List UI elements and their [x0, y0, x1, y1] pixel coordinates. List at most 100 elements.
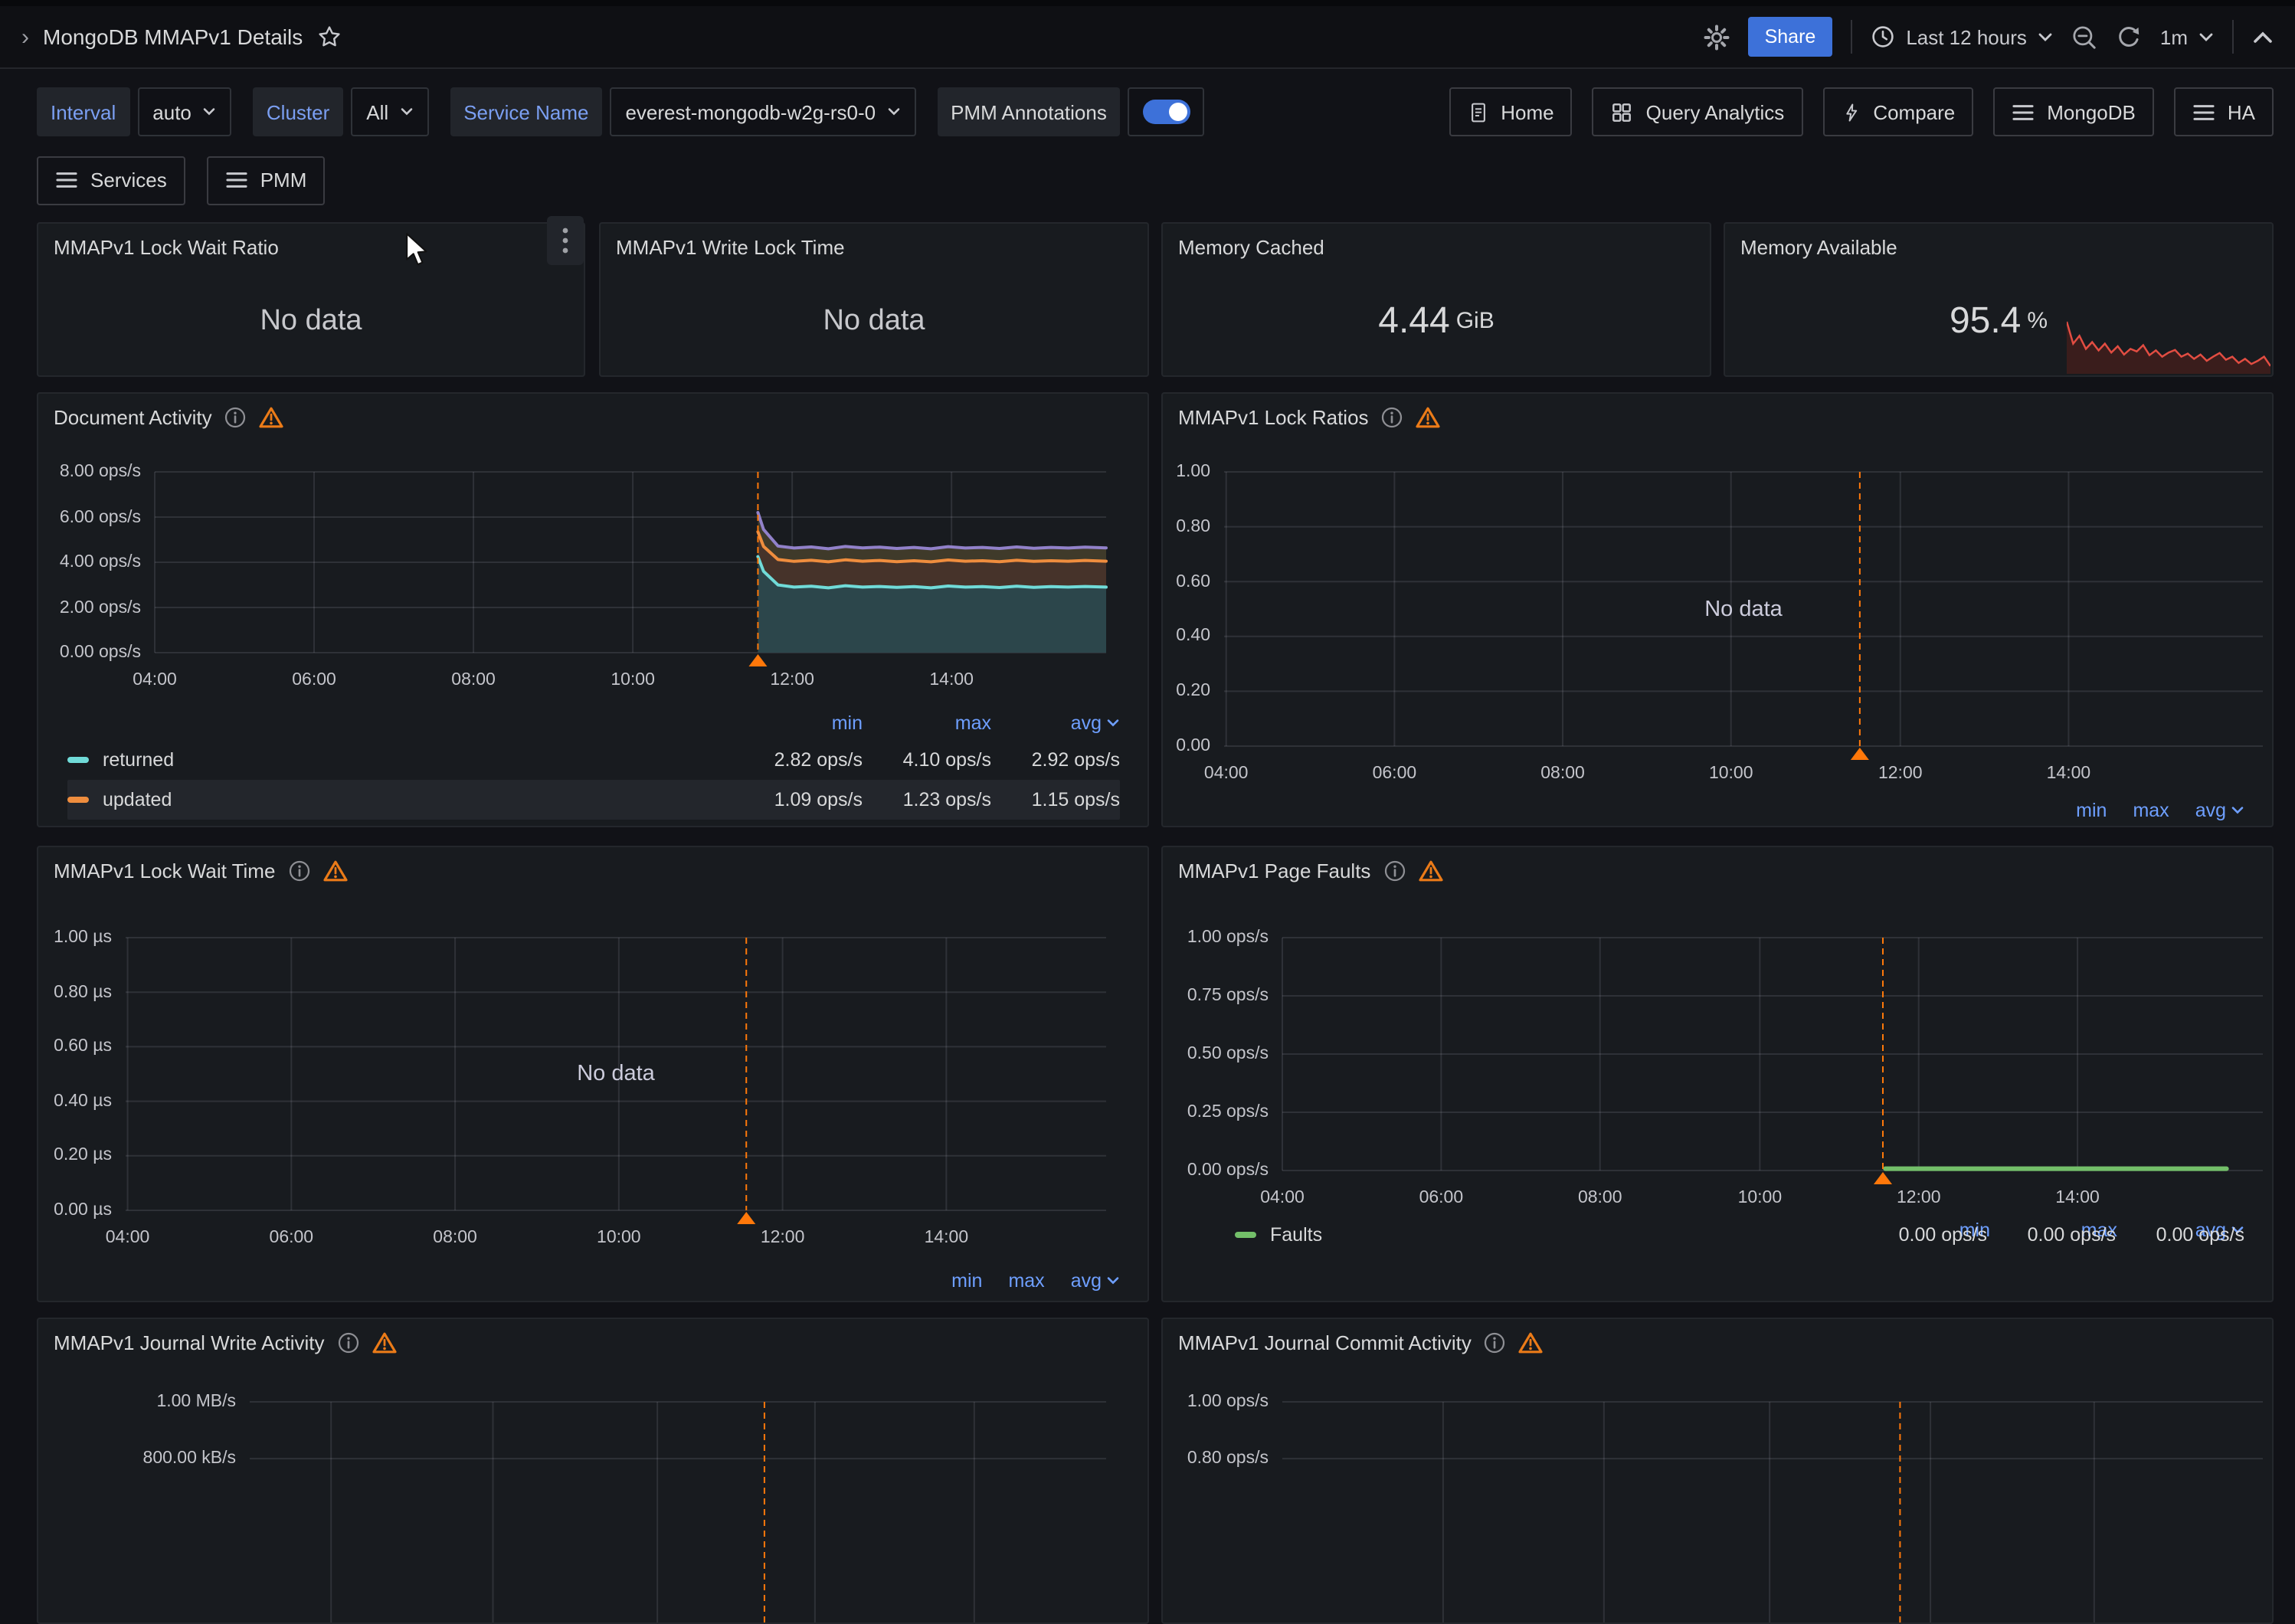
- panel-title[interactable]: MMAPv1 Page Faults: [1178, 859, 1370, 882]
- dashboard: › MongoDB MMAPv1 Details Share Last 12 h…: [0, 0, 2295, 1485]
- interval-select[interactable]: auto: [137, 87, 231, 136]
- panel-title[interactable]: MMAPv1 Lock Ratios: [1178, 405, 1369, 428]
- info-icon[interactable]: [1381, 405, 1404, 428]
- panel-title[interactable]: Document Activity: [54, 405, 212, 428]
- cluster-select[interactable]: All: [351, 87, 428, 136]
- collapse-chevron-up-icon[interactable]: [2252, 30, 2274, 44]
- legend-sort-controls: min max avg: [2076, 800, 2244, 821]
- panel-memory-cached: Memory Cached 4.44 GiB: [1161, 222, 1711, 377]
- grid-icon: [1611, 100, 1634, 123]
- mmapv1-lock-wait-time-chart[interactable]: 1.00 µs0.80 µs0.60 µs0.40 µs0.20 µs0.00 …: [126, 938, 1106, 1210]
- services-menu-label: Services: [90, 169, 167, 192]
- series-avg: 1.15 ops/s: [991, 789, 1120, 810]
- home-link-button[interactable]: Home: [1449, 87, 1572, 136]
- legend-avg-header[interactable]: avg: [991, 712, 1120, 734]
- legend-avg-header[interactable]: avg: [1071, 1270, 1120, 1292]
- document-activity-chart[interactable]: 8.00 ops/s6.00 ops/s4.00 ops/s2.00 ops/s…: [155, 472, 1106, 653]
- series-avg: 0.00 ops/s: [2116, 1224, 2244, 1246]
- top-nav: › MongoDB MMAPv1 Details Share Last 12 h…: [0, 6, 2295, 69]
- info-icon[interactable]: [287, 859, 310, 882]
- settings-gear-icon[interactable]: [1704, 24, 1730, 50]
- warning-icon[interactable]: [1418, 859, 1442, 882]
- panel-title[interactable]: MMAPv1 Write Lock Time: [616, 235, 845, 258]
- panel-title[interactable]: Memory Cached: [1178, 235, 1324, 258]
- compare-link-label: Compare: [1873, 100, 1955, 123]
- panel-title[interactable]: MMAPv1 Lock Wait Time: [54, 859, 275, 882]
- services-menu-button[interactable]: Services: [37, 156, 185, 205]
- warning-icon[interactable]: [322, 859, 347, 882]
- share-button[interactable]: Share: [1748, 17, 1833, 57]
- legend-max-header[interactable]: max: [2133, 800, 2169, 821]
- warning-icon[interactable]: [372, 1331, 397, 1354]
- window-top-strip: [0, 0, 2295, 6]
- chevron-down-icon: [1106, 1276, 1120, 1285]
- series-min: 0.00 ops/s: [1858, 1224, 1987, 1246]
- mmapv1-journal-write-activity-chart[interactable]: 1.00 MB/s800.00 kB/s: [250, 1402, 1106, 1624]
- legend-min-header[interactable]: min: [734, 712, 863, 734]
- mmapv1-journal-commit-activity-chart[interactable]: 1.00 ops/s0.80 ops/s: [1282, 1402, 2263, 1624]
- panel-mmapv1-write-lock-time: MMAPv1 Write Lock Time No data: [599, 222, 1149, 377]
- breadcrumb-chevron-icon[interactable]: ›: [21, 25, 29, 48]
- legend-max-header[interactable]: max: [863, 712, 991, 734]
- legend-max-header[interactable]: max: [1008, 1270, 1044, 1292]
- document-activity-legend: min max avg returned 2.82 ops/s 4.10 ops…: [67, 706, 1120, 820]
- series-avg: 2.92 ops/s: [991, 749, 1120, 771]
- info-icon[interactable]: [337, 1331, 360, 1354]
- service-name-select[interactable]: everest-mongodb-w2g-rs0-0: [610, 87, 915, 136]
- time-range-label: Last 12 hours: [1906, 25, 2027, 48]
- series-max: 4.10 ops/s: [863, 749, 991, 771]
- panel-title[interactable]: MMAPv1 Lock Wait Ratio: [54, 235, 279, 258]
- pmm-menu-button[interactable]: PMM: [207, 156, 326, 205]
- warning-icon[interactable]: [260, 405, 284, 428]
- document-icon: [1467, 100, 1488, 123]
- chevron-down-icon: [399, 107, 413, 116]
- page-title[interactable]: MongoDB MMAPv1 Details: [43, 25, 303, 49]
- interval-filter: Interval auto: [37, 87, 231, 136]
- mongodb-menu-button[interactable]: MongoDB: [1993, 87, 2154, 136]
- panel-memory-available: Memory Available 95.4 %: [1724, 222, 2274, 377]
- legend-min-header[interactable]: min: [2076, 800, 2107, 821]
- legend-sort-controls: min max avg: [951, 1270, 1120, 1292]
- ha-menu-button[interactable]: HA: [2174, 87, 2274, 136]
- compare-link-button[interactable]: Compare: [1822, 87, 1973, 136]
- query-analytics-link-button[interactable]: Query Analytics: [1593, 87, 1803, 136]
- favorite-star-icon[interactable]: [316, 25, 341, 49]
- series-max: 1.23 ops/s: [863, 789, 991, 810]
- panel-document-activity: Document Activity 8.00 ops/s6.00 ops/s4.…: [37, 392, 1149, 827]
- panel-title[interactable]: MMAPv1 Journal Write Activity: [54, 1331, 325, 1354]
- panel-menu-kebab-icon[interactable]: [547, 216, 584, 265]
- refresh-icon[interactable]: [2116, 24, 2142, 50]
- service-name-filter: Service Name everest-mongodb-w2g-rs0-0: [450, 87, 915, 136]
- info-icon[interactable]: [1383, 859, 1406, 882]
- series-name: updated: [103, 789, 172, 810]
- warning-icon[interactable]: [1519, 1331, 1544, 1354]
- legend-row-updated[interactable]: updated 1.09 ops/s 1.23 ops/s 1.15 ops/s: [67, 780, 1120, 820]
- mongodb-menu-label: MongoDB: [2047, 100, 2136, 123]
- stat-unit: GiB: [1456, 308, 1495, 334]
- mmapv1-lock-ratios-chart[interactable]: 1.000.800.600.400.200.0004:0006:0008:001…: [1224, 472, 2263, 746]
- query-analytics-link-label: Query Analytics: [1646, 100, 1785, 123]
- service-name-value: everest-mongodb-w2g-rs0-0: [625, 100, 876, 123]
- refresh-interval-select[interactable]: 1m: [2160, 25, 2214, 48]
- mmapv1-page-faults-chart[interactable]: 1.00 ops/s0.75 ops/s0.50 ops/s0.25 ops/s…: [1282, 938, 2263, 1171]
- pmm-annotations-toggle[interactable]: [1128, 87, 1205, 136]
- divider: [1851, 20, 1852, 54]
- warning-icon[interactable]: [1416, 405, 1441, 428]
- clock-icon: [1871, 25, 1895, 49]
- interval-value: auto: [152, 100, 192, 123]
- time-range-picker[interactable]: Last 12 hours: [1871, 25, 2053, 49]
- filter-toolbar: Interval auto Cluster All Service Name e…: [37, 87, 2274, 136]
- info-icon[interactable]: [224, 405, 247, 428]
- page-faults-legend: Faults 0.00 ops/s 0.00 ops/s 0.00 ops/s: [1235, 1215, 2244, 1255]
- menu-icon: [2192, 102, 2215, 122]
- pmm-menu-label: PMM: [260, 169, 307, 192]
- legend-row-returned[interactable]: returned 2.82 ops/s 4.10 ops/s 2.92 ops/…: [67, 740, 1120, 780]
- zoom-out-icon[interactable]: [2071, 24, 2097, 50]
- panel-title[interactable]: Memory Available: [1740, 235, 1897, 258]
- series-max: 0.00 ops/s: [1987, 1224, 2116, 1246]
- panel-title[interactable]: MMAPv1 Journal Commit Activity: [1178, 1331, 1472, 1354]
- legend-avg-header[interactable]: avg: [2195, 800, 2244, 821]
- info-icon[interactable]: [1484, 1331, 1507, 1354]
- legend-min-header[interactable]: min: [951, 1270, 982, 1292]
- legend-row-faults[interactable]: Faults 0.00 ops/s 0.00 ops/s 0.00 ops/s: [1235, 1215, 2244, 1255]
